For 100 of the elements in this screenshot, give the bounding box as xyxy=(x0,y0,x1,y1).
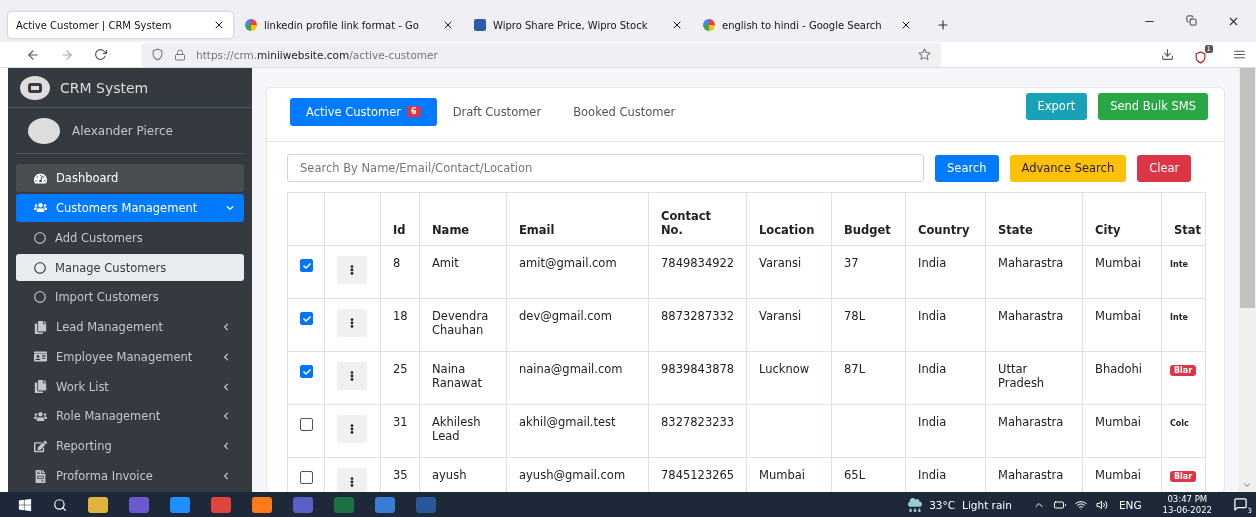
language-indicator[interactable]: ENG xyxy=(1118,498,1142,511)
table-cell: 25 xyxy=(380,351,420,405)
user-name[interactable]: Alexander Pierce xyxy=(72,123,173,138)
column-header: Budget xyxy=(831,192,906,246)
column-header: City xyxy=(1082,192,1162,246)
scrollbar[interactable] xyxy=(1238,68,1256,492)
table-cell: Mumbai xyxy=(1082,404,1162,458)
row-checkbox[interactable] xyxy=(300,365,313,378)
check-icon xyxy=(302,314,311,323)
download-icon[interactable] xyxy=(1161,48,1174,61)
row-checkbox[interactable] xyxy=(300,312,313,325)
sidebar-item[interactable]: Reporting xyxy=(16,432,244,461)
new-tab-icon[interactable] xyxy=(936,18,950,32)
sidebar-item[interactable]: Import Customers xyxy=(16,283,244,312)
table-cell: India xyxy=(905,298,986,352)
chart-favicon-icon xyxy=(474,19,486,31)
clear-button[interactable]: Clear xyxy=(1137,154,1192,182)
sidebar-item[interactable]: Dashboard xyxy=(16,164,244,193)
table-cell: 7849834922 xyxy=(648,245,747,299)
table-cell: 31 xyxy=(380,404,420,458)
sidebar-item[interactable]: Add Customers xyxy=(16,223,244,252)
column-header: Location xyxy=(746,192,832,246)
table-cell: akhil@gmail.test xyxy=(506,404,649,458)
table-cell: Maharastra xyxy=(985,404,1083,458)
column-header: Name xyxy=(419,192,507,246)
row-checkbox[interactable] xyxy=(300,259,313,272)
google-favicon-icon xyxy=(245,19,257,31)
table-cell: 9839843878 xyxy=(648,351,747,405)
address-bar[interactable]: https://crm.miniiwebsite.com/active-customer xyxy=(141,42,941,67)
table-cell: 18 xyxy=(380,298,420,352)
battery-icon[interactable] xyxy=(1053,498,1066,511)
column-header: Contact No. xyxy=(648,192,747,246)
status-text: Inte xyxy=(1170,260,1188,269)
tab-title: Wipro Share Price, Wipro Stock xyxy=(493,19,649,31)
avatar-icon xyxy=(28,117,60,144)
table-cell: amit@gmail.com xyxy=(506,245,649,299)
status-badge: Blar xyxy=(1170,471,1197,482)
search-button[interactable]: Search xyxy=(935,154,999,182)
wifi-icon[interactable] xyxy=(1074,498,1087,511)
advance-search-button[interactable]: Advance Search xyxy=(1009,154,1127,182)
table-cell: India xyxy=(905,245,986,299)
brand-name: CRM System xyxy=(60,79,149,96)
close-icon[interactable] xyxy=(442,19,454,31)
browser-tab[interactable]: english to hindi - Google Search xyxy=(695,12,920,38)
search-icon[interactable] xyxy=(53,497,67,512)
sidebar-item[interactable]: Lead Management xyxy=(16,313,244,341)
table-cell: Bhadohi xyxy=(1082,351,1162,405)
menu-icon[interactable] xyxy=(1233,48,1246,61)
browser-tab[interactable]: Wipro Share Price, Wipro Stock xyxy=(466,12,691,38)
tab-title: Active Customer | CRM System xyxy=(16,19,173,31)
count-badge: 6 xyxy=(407,106,421,117)
sidebar-item[interactable]: Role Management xyxy=(16,402,244,431)
row-checkbox[interactable] xyxy=(300,471,313,484)
back-icon[interactable] xyxy=(26,47,40,62)
start-icon[interactable] xyxy=(18,497,32,512)
sidebar-item[interactable]: Employee Management xyxy=(16,343,244,371)
table-cell: Varansi xyxy=(746,298,832,352)
table-cell: Akhilesh Lead xyxy=(419,404,507,458)
sidebar-item[interactable]: Proforma Invoice xyxy=(16,462,244,490)
browser-tab[interactable]: Active Customer | CRM System xyxy=(8,12,233,38)
restore-icon[interactable] xyxy=(1186,14,1197,26)
table-cell: Mumbai xyxy=(1082,245,1162,299)
table-cell: India xyxy=(905,351,986,405)
column-header: Stat xyxy=(1161,192,1206,246)
table-cell: Amit xyxy=(419,245,507,299)
table-cell: dev@gmail.com xyxy=(506,298,649,352)
search-field[interactable]: Search By Name/Email/Contact/Location xyxy=(287,154,924,182)
sidebar-item[interactable]: Customers Management xyxy=(16,194,244,222)
close-icon[interactable] xyxy=(213,19,225,31)
cloud-icon xyxy=(908,497,923,512)
scrollbar-thumb[interactable] xyxy=(1239,68,1255,308)
clock[interactable]: 03:47 PM 13-06-2022 xyxy=(1162,494,1212,515)
table-cell: Varansi xyxy=(746,245,832,299)
table-cell: 37 xyxy=(831,245,906,299)
customer-tab[interactable]: Draft Customer xyxy=(436,97,558,126)
sidebar-item[interactable]: Work List xyxy=(16,372,244,401)
nav-icon xyxy=(34,350,47,364)
status-text: Colc xyxy=(1170,419,1189,428)
bookmark-star-icon[interactable] xyxy=(918,48,931,61)
scroll-down-icon[interactable] xyxy=(1242,480,1252,490)
close-icon[interactable] xyxy=(671,19,683,31)
nav-icon xyxy=(34,171,47,185)
table-cell: 87L xyxy=(831,351,906,405)
nav-icon xyxy=(34,469,47,483)
volume-icon[interactable] xyxy=(1095,498,1108,511)
row-checkbox[interactable] xyxy=(300,418,313,431)
row-menu-button[interactable] xyxy=(337,468,367,492)
tab-title: english to hindi - Google Search xyxy=(722,19,883,31)
reload-icon[interactable] xyxy=(94,48,107,61)
check-icon xyxy=(302,367,311,376)
lock-icon xyxy=(174,48,186,61)
column-header: Email xyxy=(506,192,649,246)
sidebar-item[interactable]: Manage Customers xyxy=(16,253,244,282)
table-cell: Naina Ranawat xyxy=(419,351,507,405)
close-icon[interactable] xyxy=(900,19,912,31)
google-favicon-icon xyxy=(703,19,715,31)
browser-tab[interactable]: linkedin profile link format - Go xyxy=(237,12,462,38)
customer-tab[interactable]: Active Customer 6 xyxy=(290,97,437,126)
table-cell: India xyxy=(905,404,986,458)
customer-tab[interactable]: Booked Customer xyxy=(557,97,692,126)
